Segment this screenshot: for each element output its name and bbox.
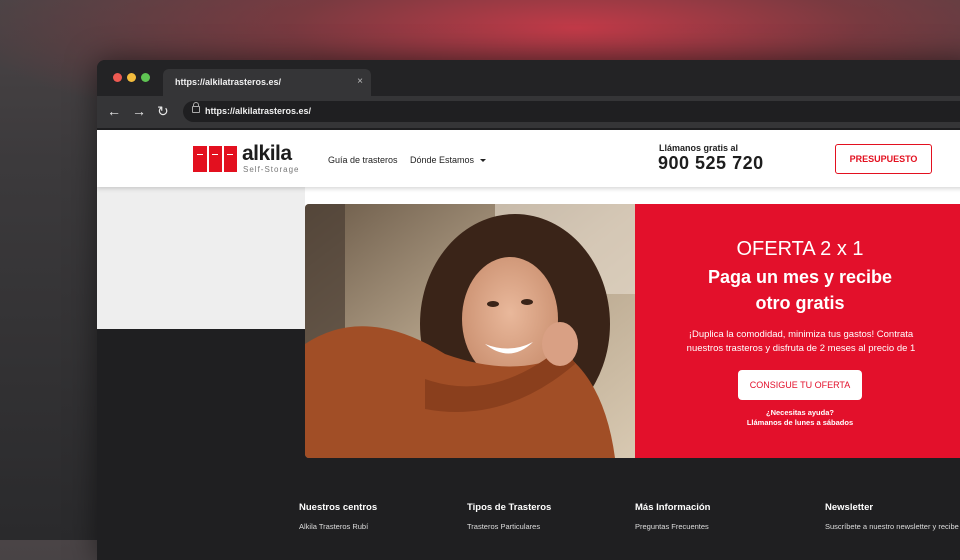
hero-side-panel bbox=[97, 187, 305, 329]
phone-number[interactable]: 900 525 720 bbox=[658, 153, 764, 174]
browser-window: https://alkilatrasteros.es/ × ← → ↻ http… bbox=[97, 60, 960, 560]
reload-icon[interactable]: ↻ bbox=[157, 103, 169, 119]
alkila-logo[interactable]: alkila Self-Storage bbox=[193, 142, 309, 176]
promo-help-line1: ¿Necesitas ayuda? bbox=[766, 408, 834, 417]
tab-close-icon[interactable]: × bbox=[357, 76, 363, 87]
logo-text: alkila bbox=[242, 142, 292, 165]
logo-subtitle: Self-Storage bbox=[243, 165, 300, 174]
footer-column-info: Más Información Preguntas Frecuentes bbox=[635, 502, 711, 531]
browser-toolbar: ← → ↻ https://alkilatrasteros.es/ bbox=[97, 96, 960, 128]
footer-column-tipos: Tipos de Trasteros Trasteros Particulare… bbox=[467, 502, 551, 531]
footer-heading: Tipos de Trasteros bbox=[467, 502, 552, 513]
footer-heading: Newsletter bbox=[825, 502, 874, 513]
footer-link[interactable]: Alkila Trasteros Rubí bbox=[299, 522, 377, 531]
footer-column-newsletter: Newsletter Suscríbete a nuestro newslett… bbox=[825, 502, 959, 531]
forward-arrow-icon[interactable]: → bbox=[132, 103, 146, 119]
tab-title: https://alkilatrasteros.es/ bbox=[175, 77, 282, 87]
menu-item-donde-estamos[interactable]: Dónde Estamos bbox=[410, 155, 487, 165]
hero-banner: OFERTA 2 x 1 Paga un mes y recibe otro g… bbox=[305, 204, 960, 458]
hero-photo-illustration bbox=[305, 204, 635, 458]
maximize-window-button[interactable] bbox=[141, 73, 150, 82]
call-label: Llámanos gratis al bbox=[659, 143, 739, 153]
address-bar[interactable]: https://alkilatrasteros.es/ bbox=[183, 101, 960, 122]
footer-column-centros: Nuestros centros Alkila Trasteros Rubí bbox=[299, 502, 377, 531]
logo-mark-icon bbox=[193, 146, 237, 172]
menu-item-guia[interactable]: Guía de trasteros bbox=[328, 155, 398, 165]
promo-help: ¿Necesitas ayuda? Llámanos de lunes a sá… bbox=[635, 408, 960, 428]
site-header: alkila Self-Storage Guía de trasteros Dó… bbox=[97, 130, 960, 187]
footer-heading: Nuestros centros bbox=[299, 502, 378, 513]
lock-icon bbox=[192, 102, 200, 113]
promo-panel: OFERTA 2 x 1 Paga un mes y recibe otro g… bbox=[635, 204, 960, 458]
minimize-window-button[interactable] bbox=[127, 73, 136, 82]
promo-title: OFERTA 2 x 1 bbox=[736, 238, 864, 260]
promo-headline: Paga un mes y recibe otro gratis bbox=[665, 264, 935, 316]
promo-headline-line2: otro gratis bbox=[755, 293, 845, 313]
newsletter-text: Suscríbete a nuestro newsletter y recibe bbox=[825, 522, 959, 531]
promo-help-line2: Llámanos de lunes a sábados bbox=[746, 418, 854, 427]
menu-item-label: Dónde Estamos bbox=[410, 155, 475, 165]
hero-photo bbox=[305, 204, 635, 458]
presupuesto-button[interactable]: PRESUPUESTO bbox=[835, 144, 932, 174]
promo-description: ¡Duplica la comodidad, minimiza tus gast… bbox=[686, 329, 916, 354]
footer-heading: Más Información bbox=[635, 502, 711, 513]
close-window-button[interactable] bbox=[113, 73, 122, 82]
url-text: https://alkilatrasteros.es/ bbox=[205, 106, 312, 116]
web-page: alkila Self-Storage Guía de trasteros Dó… bbox=[97, 130, 960, 560]
chevron-down-icon bbox=[480, 159, 487, 163]
footer-link[interactable]: Preguntas Frecuentes bbox=[635, 522, 711, 531]
footer-link[interactable]: Trasteros Particulares bbox=[467, 522, 551, 531]
tab-bar: https://alkilatrasteros.es/ × bbox=[97, 60, 960, 96]
consigue-oferta-button[interactable]: CONSIGUE TU OFERTA bbox=[738, 370, 862, 400]
back-arrow-icon[interactable]: ← bbox=[107, 103, 121, 119]
promo-headline-line1: Paga un mes y recibe bbox=[707, 267, 893, 287]
browser-tab[interactable]: https://alkilatrasteros.es/ × bbox=[163, 69, 371, 96]
